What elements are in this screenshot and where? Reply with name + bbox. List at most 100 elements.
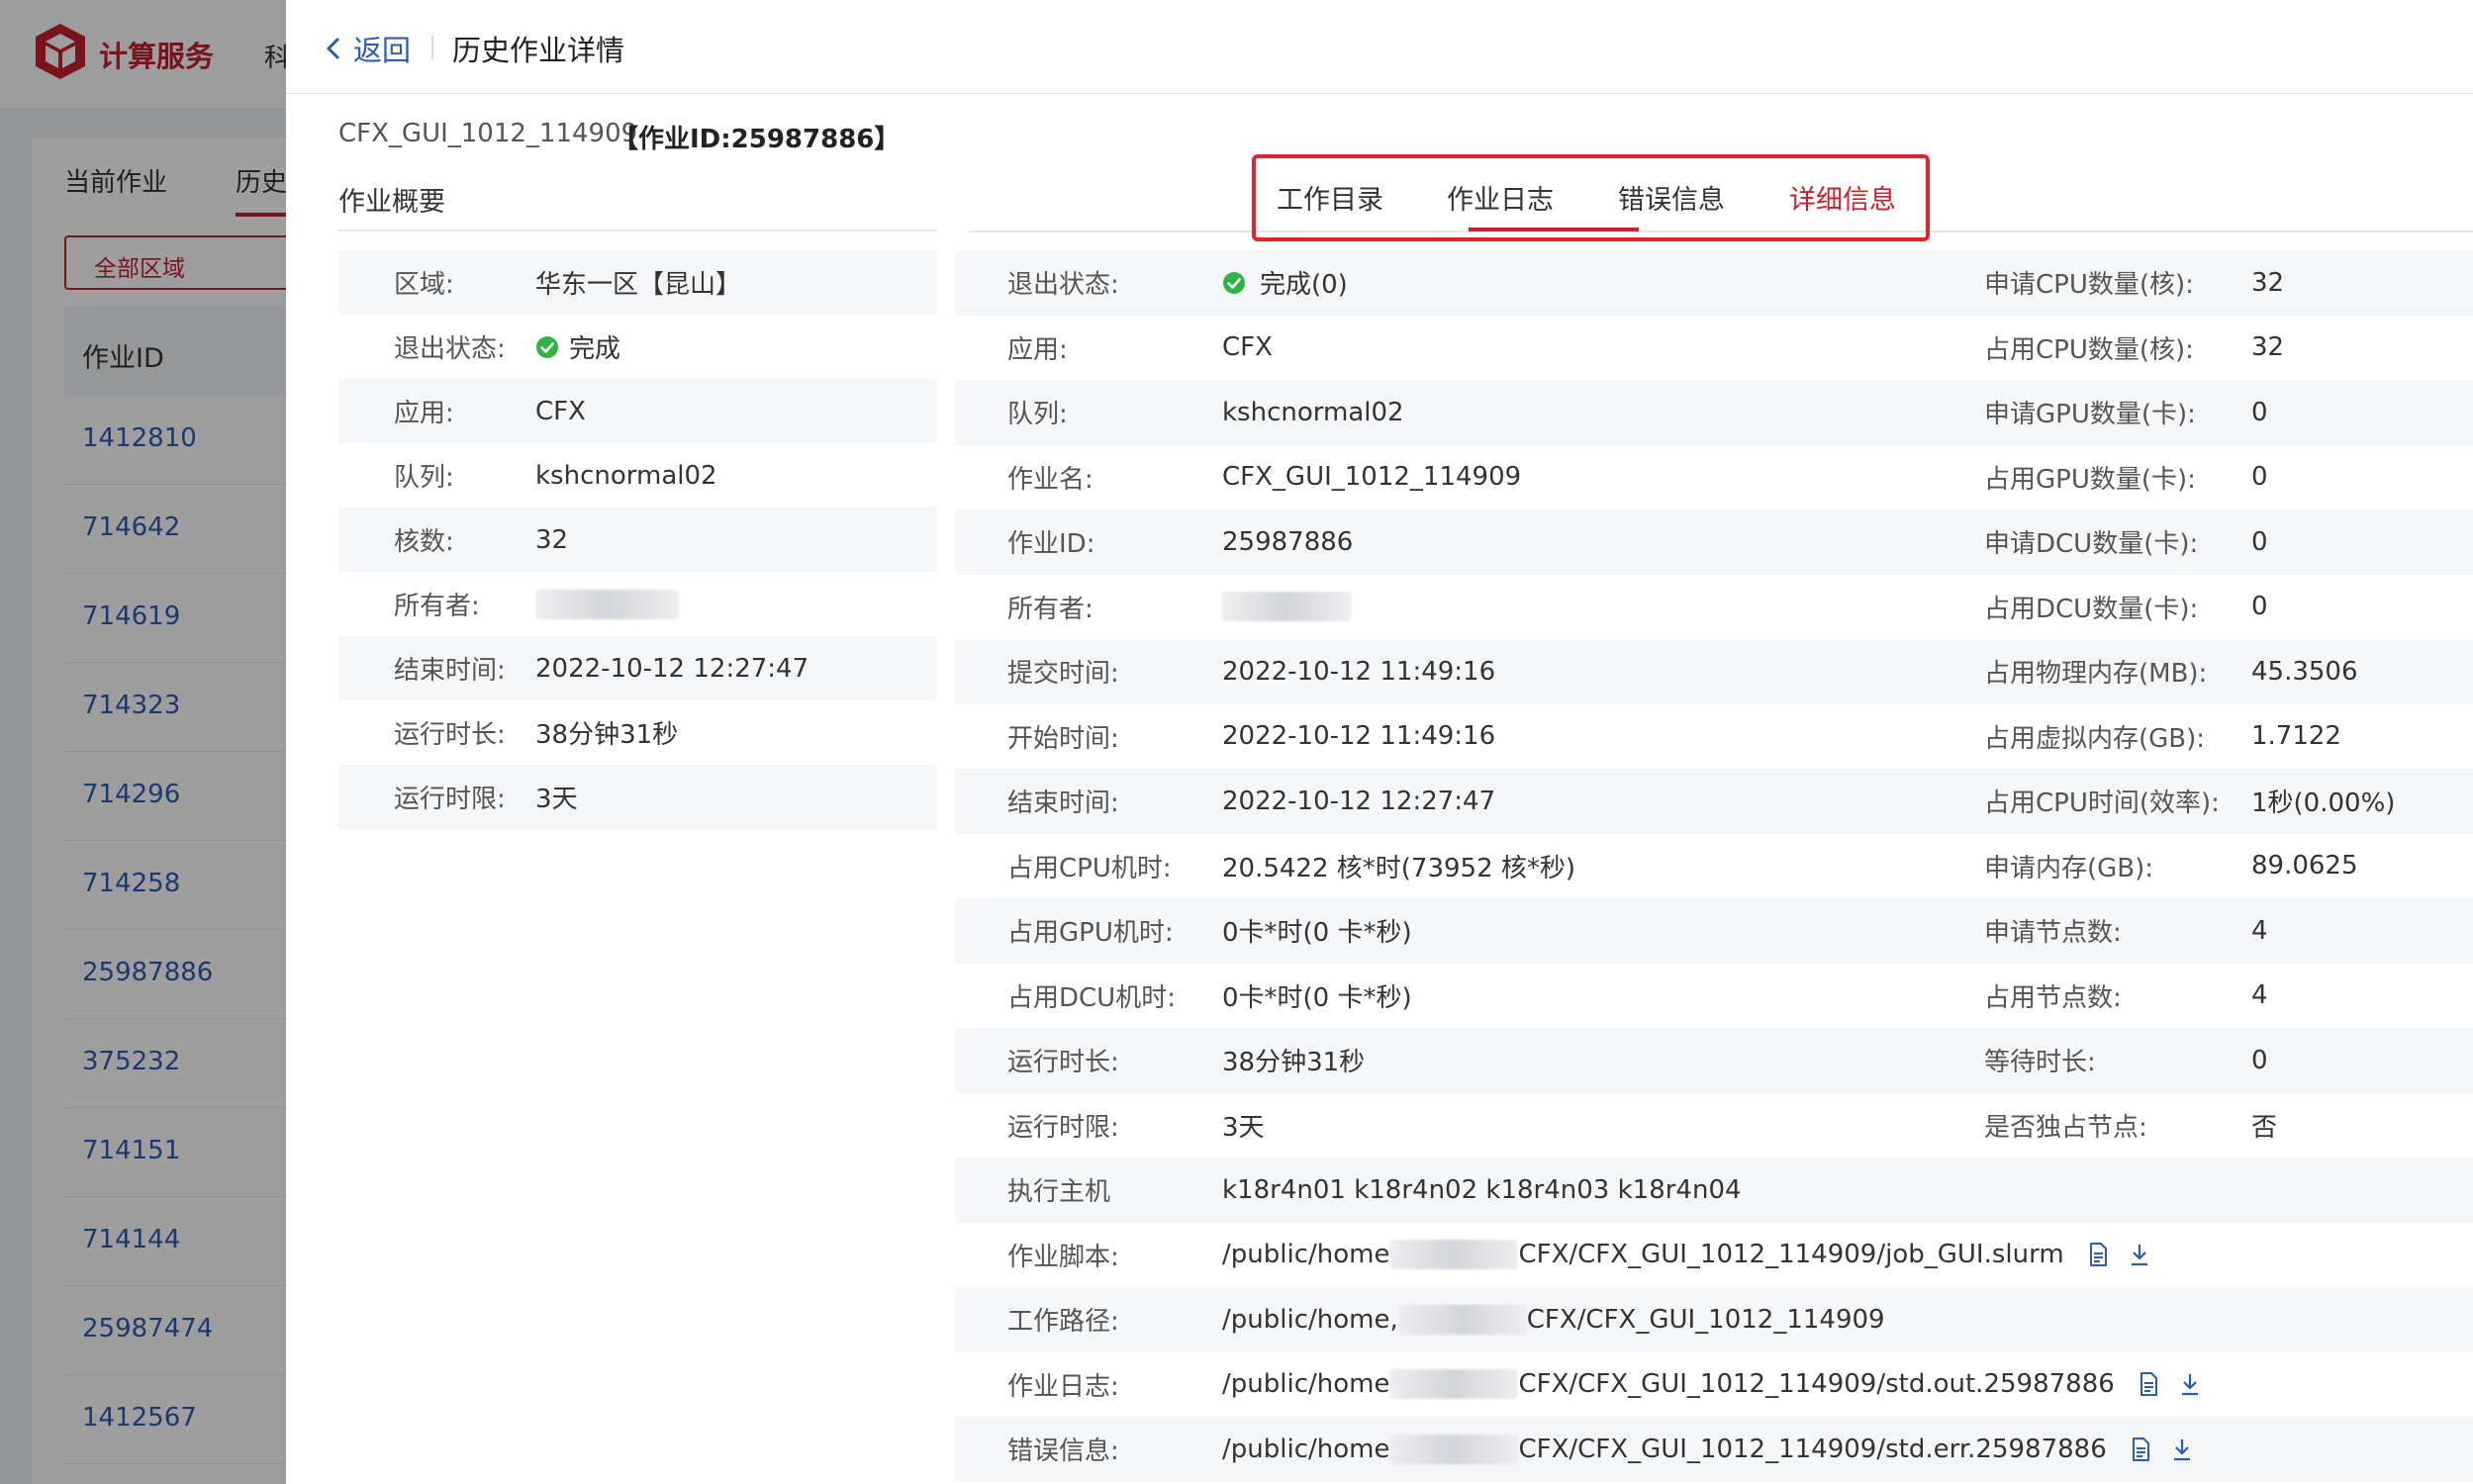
- detail-row: 运行时长: 38分钟31秒 等待时长: 0: [955, 1028, 2473, 1093]
- row-value-2: 32: [2251, 267, 2285, 298]
- row-label: 运行时长:: [394, 720, 506, 750]
- row-label: 工作路径:: [1007, 1307, 1119, 1338]
- detail-row: 占用DCU机时: 0卡*时(0 卡*秒) 占用节点数: 4: [955, 964, 2473, 1029]
- path-suffix: CFX/CFX_GUI_1012_114909/std.out.25987886: [1518, 1369, 2115, 1400]
- file-view-icon[interactable]: [2129, 1437, 2152, 1462]
- path-value: /public/home CFX/CFX_GUI_1012_114909/std…: [1222, 1369, 2202, 1400]
- row-value: 2022-10-12 11:49:16: [1222, 721, 1496, 752]
- row-label-2: 申请DCU数量(卡):: [1984, 529, 2199, 560]
- row-label: 退出状态:: [394, 334, 506, 364]
- row-value-wrap: 完成: [535, 328, 620, 365]
- back-button[interactable]: 返回: [324, 28, 411, 69]
- detail-row: 作业ID: 25987886 申请DCU数量(卡): 0: [955, 510, 2473, 575]
- row-value-2: 1秒(0.00%): [2251, 788, 2396, 819]
- row-label: 错误信息:: [1007, 1437, 1119, 1467]
- detail-row: 运行时限: 3天 是否独占节点: 否: [955, 1093, 2473, 1159]
- row-value: 完成: [569, 334, 621, 364]
- row-label-2: 占用节点数:: [1984, 982, 2122, 1013]
- path-suffix: CFX/CFX_GUI_1012_114909/job_GUI.slurm: [1518, 1240, 2064, 1270]
- page-title: 历史作业详情: [452, 34, 625, 67]
- row-label: 作业名:: [1007, 464, 1094, 495]
- row-label: 核数:: [394, 527, 454, 557]
- overview-divider: [338, 230, 937, 232]
- row-label: 占用DCU机时:: [1007, 982, 1176, 1013]
- row-value: k18r4n01 k18r4n02 k18r4n03 k18r4n04: [1222, 1174, 1742, 1205]
- detail-row: 占用GPU机时: 0卡*时(0 卡*秒) 申请节点数: 4: [955, 898, 2473, 964]
- row-value-2: 0: [2251, 1045, 2268, 1075]
- row-value-2: 89.0625: [2251, 851, 2358, 881]
- row-label-2: 占用GPU数量(卡):: [1984, 464, 2196, 495]
- redacted-owner: [535, 589, 679, 619]
- detail-row: 应用: CFX 占用CPU数量(核): 32: [955, 316, 2473, 381]
- row-label: 结束时间:: [394, 656, 506, 686]
- row-value: 38分钟31秒: [535, 720, 679, 750]
- row-value-2: 45.3506: [2251, 656, 2358, 687]
- row-value-2: 1.7122: [2251, 721, 2341, 752]
- row-label: 作业ID:: [1007, 529, 1095, 560]
- row-value-2: 0: [2251, 397, 2268, 427]
- detail-row: 结束时间: 2022-10-12 12:27:47 占用CPU时间(效率): 1…: [955, 769, 2473, 834]
- row-value: 25987886: [1222, 526, 1354, 557]
- row-value: 32: [535, 524, 569, 555]
- row-label: 占用CPU机时:: [1007, 853, 1172, 883]
- redacted-path: [1397, 1304, 1527, 1335]
- row-value: 3天: [1222, 1112, 1265, 1143]
- detail-row: 队列: kshcnormal02 申请GPU数量(卡): 0: [955, 380, 2473, 445]
- overview-row-owner: 所有者:: [338, 572, 937, 636]
- row-value-wrap: [1222, 592, 1984, 622]
- row-label-2: 申请节点数:: [1984, 918, 2122, 949]
- back-label[interactable]: 返回: [353, 28, 411, 69]
- detail-row: 所有者: 占用DCU数量(卡): 0: [955, 575, 2473, 640]
- path-prefix: /public/home: [1222, 1434, 1390, 1464]
- success-check-icon: [1223, 271, 1245, 294]
- row-value: 20.5422 核*时(73952 核*秒): [1222, 853, 1576, 883]
- row-value: 0卡*时(0 卡*秒): [1222, 982, 1412, 1013]
- row-label: 应用:: [394, 399, 454, 428]
- row-label: 所有者:: [394, 592, 480, 621]
- row-value: CFX: [1222, 332, 1273, 363]
- redacted-owner: [1222, 592, 1351, 622]
- redacted-path: [1389, 1240, 1519, 1270]
- row-value-2: 0: [2251, 526, 2268, 557]
- row-label: 所有者:: [1007, 594, 1094, 624]
- row-label-2: 是否独占节点:: [1984, 1112, 2147, 1143]
- detail-row-exec-host: 执行主机 k18r4n01 k18r4n02 k18r4n03 k18r4n04: [955, 1158, 2473, 1223]
- success-check-icon: [536, 335, 558, 358]
- row-label: 作业脚本:: [1007, 1242, 1119, 1272]
- row-label: 运行时长:: [1007, 1048, 1119, 1078]
- row-label-2: 占用CPU数量(核):: [1984, 334, 2194, 365]
- row-value: 0卡*时(0 卡*秒): [1222, 918, 1412, 949]
- row-label-2: 申请GPU数量(卡):: [1984, 400, 2196, 430]
- row-value: 华东一区【昆山】: [535, 270, 742, 300]
- row-value-2: 4: [2251, 980, 2268, 1011]
- row-label-2: 占用物理内存(MB):: [1984, 659, 2208, 690]
- download-icon[interactable]: [2170, 1437, 2194, 1462]
- row-label: 作业日志:: [1007, 1371, 1119, 1402]
- overview-row-end-time: 结束时间: 2022-10-12 12:27:47: [338, 636, 937, 700]
- detail-row: 作业名: CFX_GUI_1012_114909 占用GPU数量(卡): 0: [955, 445, 2473, 510]
- row-label-2: 等待时长:: [1984, 1048, 2096, 1078]
- row-value: CFX_GUI_1012_114909: [1222, 462, 1522, 493]
- detail-row-job-log: 作业日志: /public/home CFX/CFX_GUI_1012_1149…: [955, 1352, 2473, 1418]
- row-value: 2022-10-12 11:49:16: [1222, 656, 1496, 687]
- path-value: /public/home, CFX/CFX_GUI_1012_114909: [1222, 1304, 1885, 1335]
- detail-row: 开始时间: 2022-10-12 11:49:16 占用虚拟内存(GB): 1.…: [955, 704, 2473, 770]
- overview-row-time-limit: 运行时限: 3天: [338, 765, 937, 829]
- row-label-2: 申请内存(GB):: [1984, 853, 2154, 883]
- redacted-path: [1389, 1369, 1519, 1400]
- detail-row: 退出状态: 完成(0) 申请CPU数量(核): 32: [955, 250, 2473, 316]
- download-icon[interactable]: [2178, 1371, 2202, 1397]
- row-value-2: 0: [2251, 592, 2268, 622]
- row-label-2: 占用DCU数量(卡):: [1984, 594, 2199, 624]
- download-icon[interactable]: [2128, 1242, 2151, 1267]
- path-value: /public/home CFX/CFX_GUI_1012_114909/job…: [1222, 1240, 2151, 1270]
- file-view-icon[interactable]: [2137, 1371, 2160, 1397]
- row-value: 2022-10-12 12:27:47: [535, 653, 809, 684]
- row-value: kshcnormal02: [535, 460, 717, 491]
- row-label: 区域:: [394, 270, 454, 300]
- row-label: 退出状态:: [1007, 270, 1119, 301]
- row-label: 队列:: [1007, 400, 1068, 430]
- path-suffix: CFX/CFX_GUI_1012_114909: [1526, 1304, 1885, 1335]
- file-view-icon[interactable]: [2086, 1242, 2110, 1267]
- detail-row-job-script: 作业脚本: /public/home CFX/CFX_GUI_1012_1149…: [955, 1223, 2473, 1288]
